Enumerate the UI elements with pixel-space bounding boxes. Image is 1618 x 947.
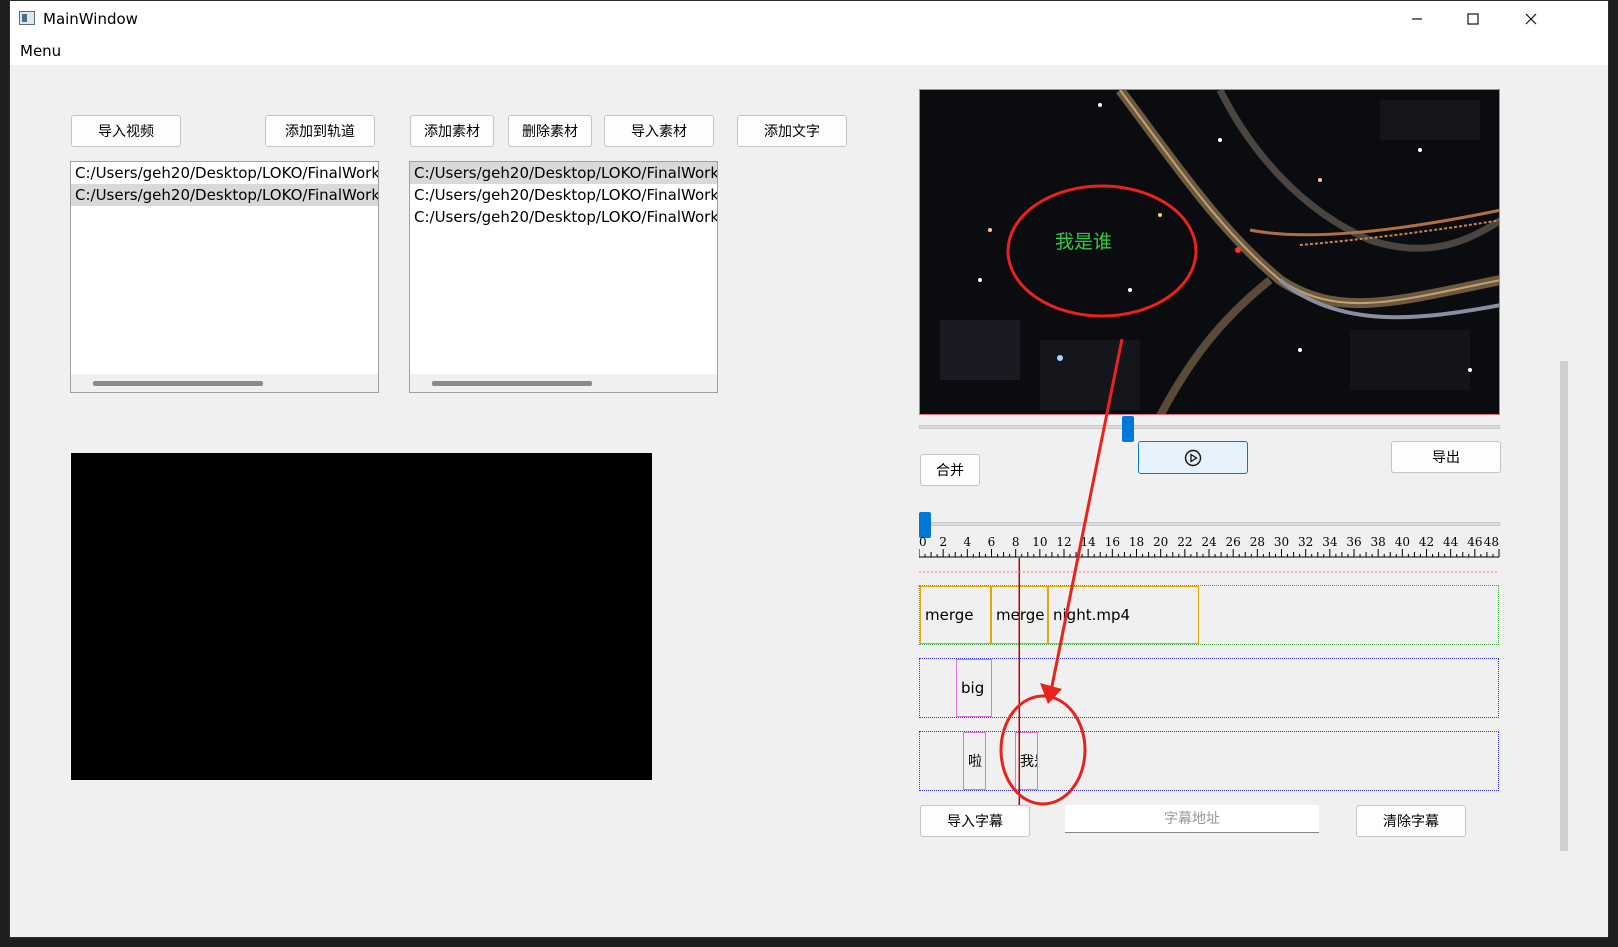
ruler-tick-label: 24 [1201,535,1217,549]
ruler-tick-label: 10 [1032,535,1047,549]
ruler-tick-label: 12 [1056,535,1071,549]
ruler-tick-label: 42 [1419,535,1434,549]
vertical-scrollbar[interactable] [1560,361,1568,851]
text-clip[interactable]: big [956,659,992,717]
menu-bar: Menu [10,37,1608,65]
video-preview[interactable]: 我是谁 [919,89,1500,415]
ruler-tick-label: 44 [1443,535,1459,549]
video-clip[interactable]: night.mp4 [1048,586,1199,644]
play-button[interactable] [1138,441,1248,474]
scrollbar-thumb[interactable] [93,381,263,386]
text-track-2[interactable]: 啦 我是 [919,731,1499,791]
ruler-tick-label: 18 [1129,535,1144,549]
list-item-selected[interactable]: C:/Users/geh20/Desktop/LOKO/FinalWork/t [410,162,717,184]
video-track[interactable]: merge merge night.mp4 [919,585,1499,645]
ruler-tick-label: 32 [1298,535,1313,549]
night-city-frame [920,90,1499,414]
ruler-tick-label: 22 [1177,535,1192,549]
horizontal-scrollbar[interactable] [71,374,378,392]
import-video-button[interactable]: 导入视频 [71,115,181,147]
import-subtitle-button[interactable]: 导入字幕 [920,805,1030,837]
video-canvas [71,453,652,780]
ruler-tick-label: 2 [939,535,947,549]
timeline-slider-groove[interactable] [919,522,1500,526]
video-overlay-text: 我是谁 [1055,231,1113,253]
ruler-tick-label: 26 [1226,535,1241,549]
material-list[interactable]: C:/Users/geh20/Desktop/LOKO/FinalWork/t … [409,161,718,393]
ruler-tick-label: 16 [1105,535,1120,549]
app-icon [19,11,35,25]
main-window: MainWindow Menu 导入视频 添加到轨道 添加素材 删除素材 导入素… [9,0,1609,938]
ruler-tick-label: 4 [964,535,972,549]
horizontal-scrollbar[interactable] [410,374,717,392]
timeline-ruler: 0 2 4 6 8 10 12 14 16 18 20 22 24 26 28 30 32 34 36 38 40 42 4… [919,535,1509,573]
ruler-tick-label: 38 [1371,535,1386,549]
clear-subtitle-button[interactable]: 清除字幕 [1356,805,1466,837]
ruler-tick-label: 36 [1346,535,1361,549]
ruler-tick-label: 30 [1274,535,1289,549]
scrollbar-thumb[interactable] [432,381,592,386]
delete-material-button[interactable]: 删除素材 [508,115,592,147]
ruler-tick-label: 34 [1322,535,1338,549]
export-button[interactable]: 导出 [1391,441,1501,473]
maximize-icon[interactable] [1450,1,1496,37]
title-bar: MainWindow [10,1,1608,37]
video-clip[interactable]: merge [991,586,1048,644]
ruler-tick-label: 40 [1395,535,1410,549]
play-circle-icon [1184,449,1202,466]
list-item-selected[interactable]: C:/Users/geh20/Desktop/LOKO/FinalWork/t [71,184,378,206]
ruler-tick-label: 48 [1484,535,1499,549]
minimize-icon[interactable] [1394,1,1440,37]
add-material-button[interactable]: 添加素材 [410,115,494,147]
import-material-button[interactable]: 导入素材 [604,115,714,147]
text-track-1[interactable]: big [919,658,1499,718]
ruler-tick-label: 14 [1081,535,1097,549]
ruler-tick-label: 46 [1467,535,1482,549]
video-clip[interactable]: merge [920,586,991,644]
ruler-tick-label: 28 [1250,535,1265,549]
ruler-tick-label: 6 [988,535,996,549]
ruler-tick-label: 0 [919,535,927,549]
text-clip[interactable]: 啦 [963,732,986,790]
close-icon[interactable] [1508,1,1554,37]
ruler-tick-label: 8 [1012,535,1020,549]
list-item[interactable]: C:/Users/geh20/Desktop/LOKO/FinalWork/t [410,206,717,228]
video-list[interactable]: C:/Users/geh20/Desktop/LOKO/FinalWork/t … [70,161,379,393]
subtitle-path-input[interactable] [1065,805,1319,833]
list-item[interactable]: C:/Users/geh20/Desktop/LOKO/FinalWork/t [71,162,378,184]
window-title: MainWindow [43,10,138,28]
list-item[interactable]: C:/Users/geh20/Desktop/LOKO/FinalWork/t [410,184,717,206]
ruler-tick-label: 20 [1153,535,1168,549]
menu-item-menu[interactable]: Menu [20,42,61,60]
add-text-button[interactable]: 添加文字 [737,115,847,147]
preview-slider-handle[interactable] [1122,416,1135,442]
add-to-track-button[interactable]: 添加到轨道 [265,115,375,147]
preview-slider-groove[interactable] [919,425,1500,429]
text-clip[interactable]: 我是 [1015,732,1038,790]
merge-button[interactable]: 合并 [920,454,980,486]
